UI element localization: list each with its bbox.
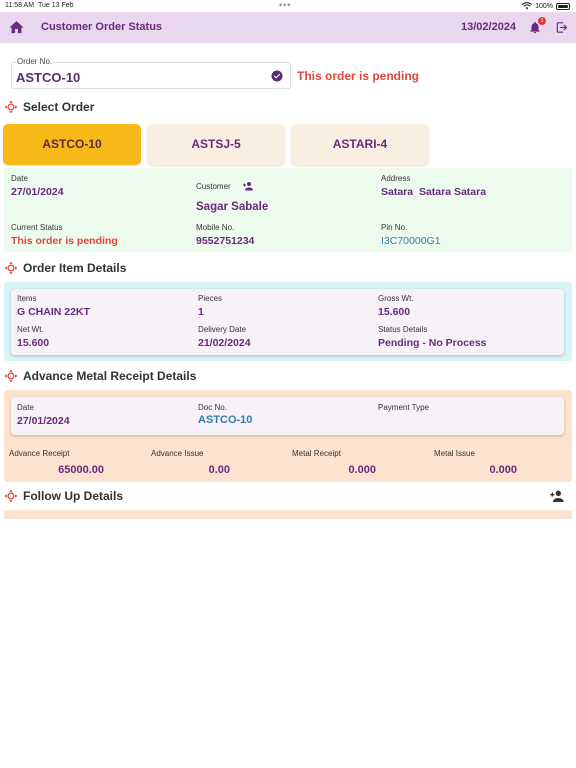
page-title: Customer Order Status: [41, 21, 163, 33]
person-add-icon[interactable]: [242, 181, 254, 191]
tab-order-astari-4[interactable]: ASTARI-4: [291, 124, 429, 165]
app-bar: Customer Order Status 13/02/2024 1: [0, 12, 576, 43]
customer-name: Sagar Sabale: [196, 201, 269, 213]
advance-metal-receipt-header: Advance Metal Receipt Details: [0, 368, 196, 384]
items-value: G CHAIN 22KT: [17, 306, 90, 318]
multitask-dots-icon: •••: [279, 0, 292, 10]
advance-receipt-card[interactable]: [11, 397, 564, 435]
order-number-value: ASTCO-10: [16, 70, 81, 85]
gross-wt-label: Gross Wt.: [378, 294, 414, 303]
current-status-label: Current Status: [11, 223, 63, 232]
order-item-details-header: Order Item Details: [0, 260, 126, 276]
follow-up-panel: [4, 510, 572, 519]
tab-order-astsj-5[interactable]: ASTSJ-5: [147, 124, 285, 165]
payment-type-label: Payment Type: [378, 403, 429, 412]
net-wt-value: 15.600: [17, 337, 50, 349]
summary-date-value: 27/01/2024: [11, 186, 64, 198]
gross-wt-value: 15.600: [378, 306, 411, 318]
follow-up-title: Follow Up Details: [23, 489, 124, 503]
logout-icon[interactable]: [555, 20, 569, 35]
advance-date-value: 27/01/2024: [17, 415, 70, 427]
section-icon: [4, 100, 18, 114]
select-order-title: Select Order: [23, 100, 95, 114]
mobile-label: Mobile No.: [196, 223, 235, 232]
wifi-icon: [522, 2, 533, 10]
section-icon: [4, 489, 18, 503]
system-status-bar: 11:58 AM Tue 13 Feb ••• 100%: [0, 0, 576, 12]
advance-receipt-label: Advance Receipt: [9, 449, 70, 458]
select-order-header: Select Order: [0, 99, 94, 115]
summary-date-label: Date: [11, 174, 28, 183]
battery-percent: 100%: [535, 2, 553, 10]
address-value: Satara Satara Satara: [381, 186, 487, 198]
doc-no-label: Doc No.: [198, 403, 227, 412]
metal-issue-label: Metal Issue: [434, 449, 475, 458]
delivery-date-value: 21/02/2024: [198, 337, 251, 349]
order-pending-message: This order is pending: [297, 69, 420, 83]
check-circle-icon: [271, 70, 283, 82]
status-details-value: Pending - No Process: [378, 337, 487, 349]
order-number-label: Order No.: [16, 57, 54, 66]
advance-date-label: Date: [17, 403, 34, 412]
metal-receipt-label: Metal Receipt: [292, 449, 341, 458]
order-number-field[interactable]: Order No. ASTCO-10: [11, 57, 291, 89]
net-wt-label: Net Wt.: [17, 325, 44, 334]
mobile-value: 9552751234: [196, 235, 255, 247]
items-label: Items: [17, 294, 37, 303]
notification-badge: 1: [538, 17, 546, 25]
section-icon: [4, 261, 18, 275]
status-details-label: Status Details: [378, 325, 428, 334]
status-time: 11:58 AM: [5, 2, 35, 9]
tab-order-astco-10[interactable]: ASTCO-10: [3, 124, 141, 165]
home-icon[interactable]: [8, 19, 25, 36]
metal-receipt-value: 0.000: [348, 464, 376, 476]
person-add-icon[interactable]: [549, 489, 565, 503]
advance-issue-value: 0.00: [208, 464, 230, 476]
current-status-value: This order is pending: [11, 235, 118, 247]
app-bar-date: 13/02/2024: [461, 21, 517, 33]
delivery-date-label: Delivery Date: [198, 325, 247, 334]
doc-no-value: ASTCO-10: [198, 414, 253, 426]
pin-label: Pin No.: [381, 223, 408, 232]
follow-up-header: Follow Up Details: [0, 488, 123, 504]
section-icon: [4, 369, 18, 383]
advance-metal-receipt-title: Advance Metal Receipt Details: [23, 369, 197, 383]
battery-icon: [556, 2, 570, 10]
address-label: Address: [381, 174, 411, 183]
advance-issue-label: Advance Issue: [151, 449, 204, 458]
pieces-label: Pieces: [198, 294, 223, 303]
status-date: Tue 13 Feb: [38, 2, 74, 9]
pin-value: I3C70000G1: [381, 235, 441, 247]
metal-issue-value: 0.000: [489, 464, 517, 476]
advance-receipt-value: 65000.00: [58, 464, 104, 476]
customer-label: Customer: [196, 182, 231, 191]
pieces-value: 1: [198, 306, 204, 318]
order-item-details-title: Order Item Details: [23, 261, 127, 275]
